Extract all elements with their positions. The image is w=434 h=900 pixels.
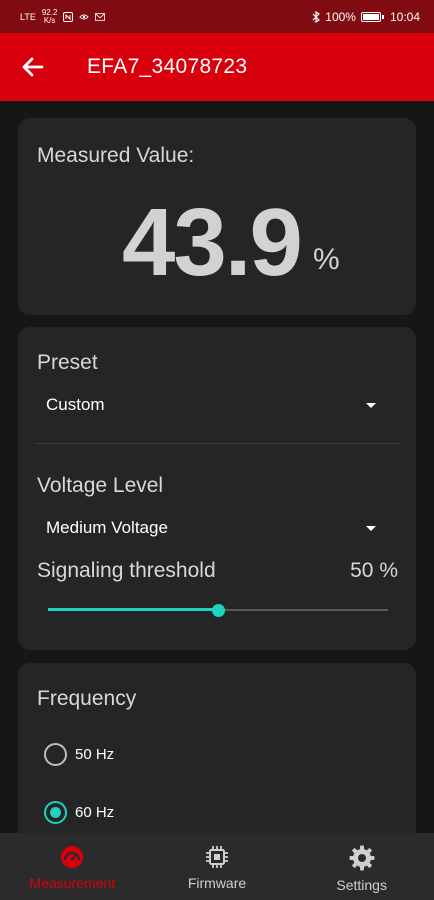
back-button[interactable] <box>0 33 70 101</box>
network-speed: 92.2 K/s <box>41 7 58 25</box>
gear-icon <box>349 845 375 871</box>
radio-option-50hz[interactable]: 50 Hz <box>44 743 114 766</box>
divider <box>36 443 399 444</box>
nav-item-measurement[interactable]: Measurement <box>0 833 145 900</box>
voltage-level-label: Voltage Level <box>37 474 164 497</box>
signaling-threshold-label: Signaling threshold <box>37 559 216 582</box>
slider-thumb[interactable] <box>212 604 225 617</box>
radio-option-60hz[interactable]: 60 Hz <box>44 801 114 824</box>
preset-dropdown[interactable]: Custom <box>46 389 376 421</box>
dropdown-arrow-icon <box>366 525 376 531</box>
eye-icon <box>79 14 90 19</box>
battery-percent: 100% <box>325 9 356 24</box>
voltage-level-dropdown[interactable]: Medium Voltage <box>46 512 376 544</box>
radio-button[interactable] <box>44 743 67 766</box>
arrow-left-icon <box>22 57 44 77</box>
voltage-selected-value: Medium Voltage <box>46 518 168 537</box>
radio-button[interactable] <box>44 801 67 824</box>
measured-value: 43.9 <box>122 189 303 296</box>
battery-icon <box>360 11 384 22</box>
preset-label: Preset <box>37 351 98 374</box>
measured-value-unit: % <box>313 243 340 276</box>
status-bar: LTE 92.2 K/s 100% 10:04 <box>0 0 434 33</box>
gauge-icon <box>61 846 84 868</box>
app-bar: EFA7_34078723 <box>0 33 434 101</box>
nav-label: Measurement <box>29 875 116 891</box>
nav-label: Firmware <box>187 875 247 891</box>
frequency-label: Frequency <box>37 687 137 710</box>
network-type: LTE <box>20 11 36 22</box>
nav-item-firmware[interactable]: Firmware <box>145 833 290 900</box>
radio-label: 60 Hz <box>75 804 115 821</box>
signaling-threshold-slider[interactable] <box>48 604 388 617</box>
slider-fill <box>48 608 218 611</box>
bottom-navigation: Measurement Firmware Settings <box>0 833 434 900</box>
status-right: 100% 10:04 <box>312 10 420 24</box>
signaling-threshold-value: 50 % <box>350 559 398 582</box>
nfc-icon <box>63 11 74 22</box>
nav-item-settings[interactable]: Settings <box>289 833 434 900</box>
radio-label: 50 Hz <box>75 746 115 763</box>
measured-value-label: Measured Value: <box>37 144 195 167</box>
page-title: EFA7_34078723 <box>87 55 248 78</box>
chip-icon <box>206 846 228 868</box>
bluetooth-icon <box>312 10 321 23</box>
nav-label: Settings <box>336 877 387 893</box>
settings-card: Preset Custom Voltage Level Medium Volta… <box>18 327 416 650</box>
measured-value-card: Measured Value: 43.9 % <box>18 118 416 315</box>
preset-selected-value: Custom <box>46 395 105 414</box>
dropdown-arrow-icon <box>366 402 376 408</box>
status-left: LTE 92.2 K/s <box>20 7 106 25</box>
mail-icon <box>95 12 106 21</box>
clock: 10:04 <box>389 9 420 24</box>
